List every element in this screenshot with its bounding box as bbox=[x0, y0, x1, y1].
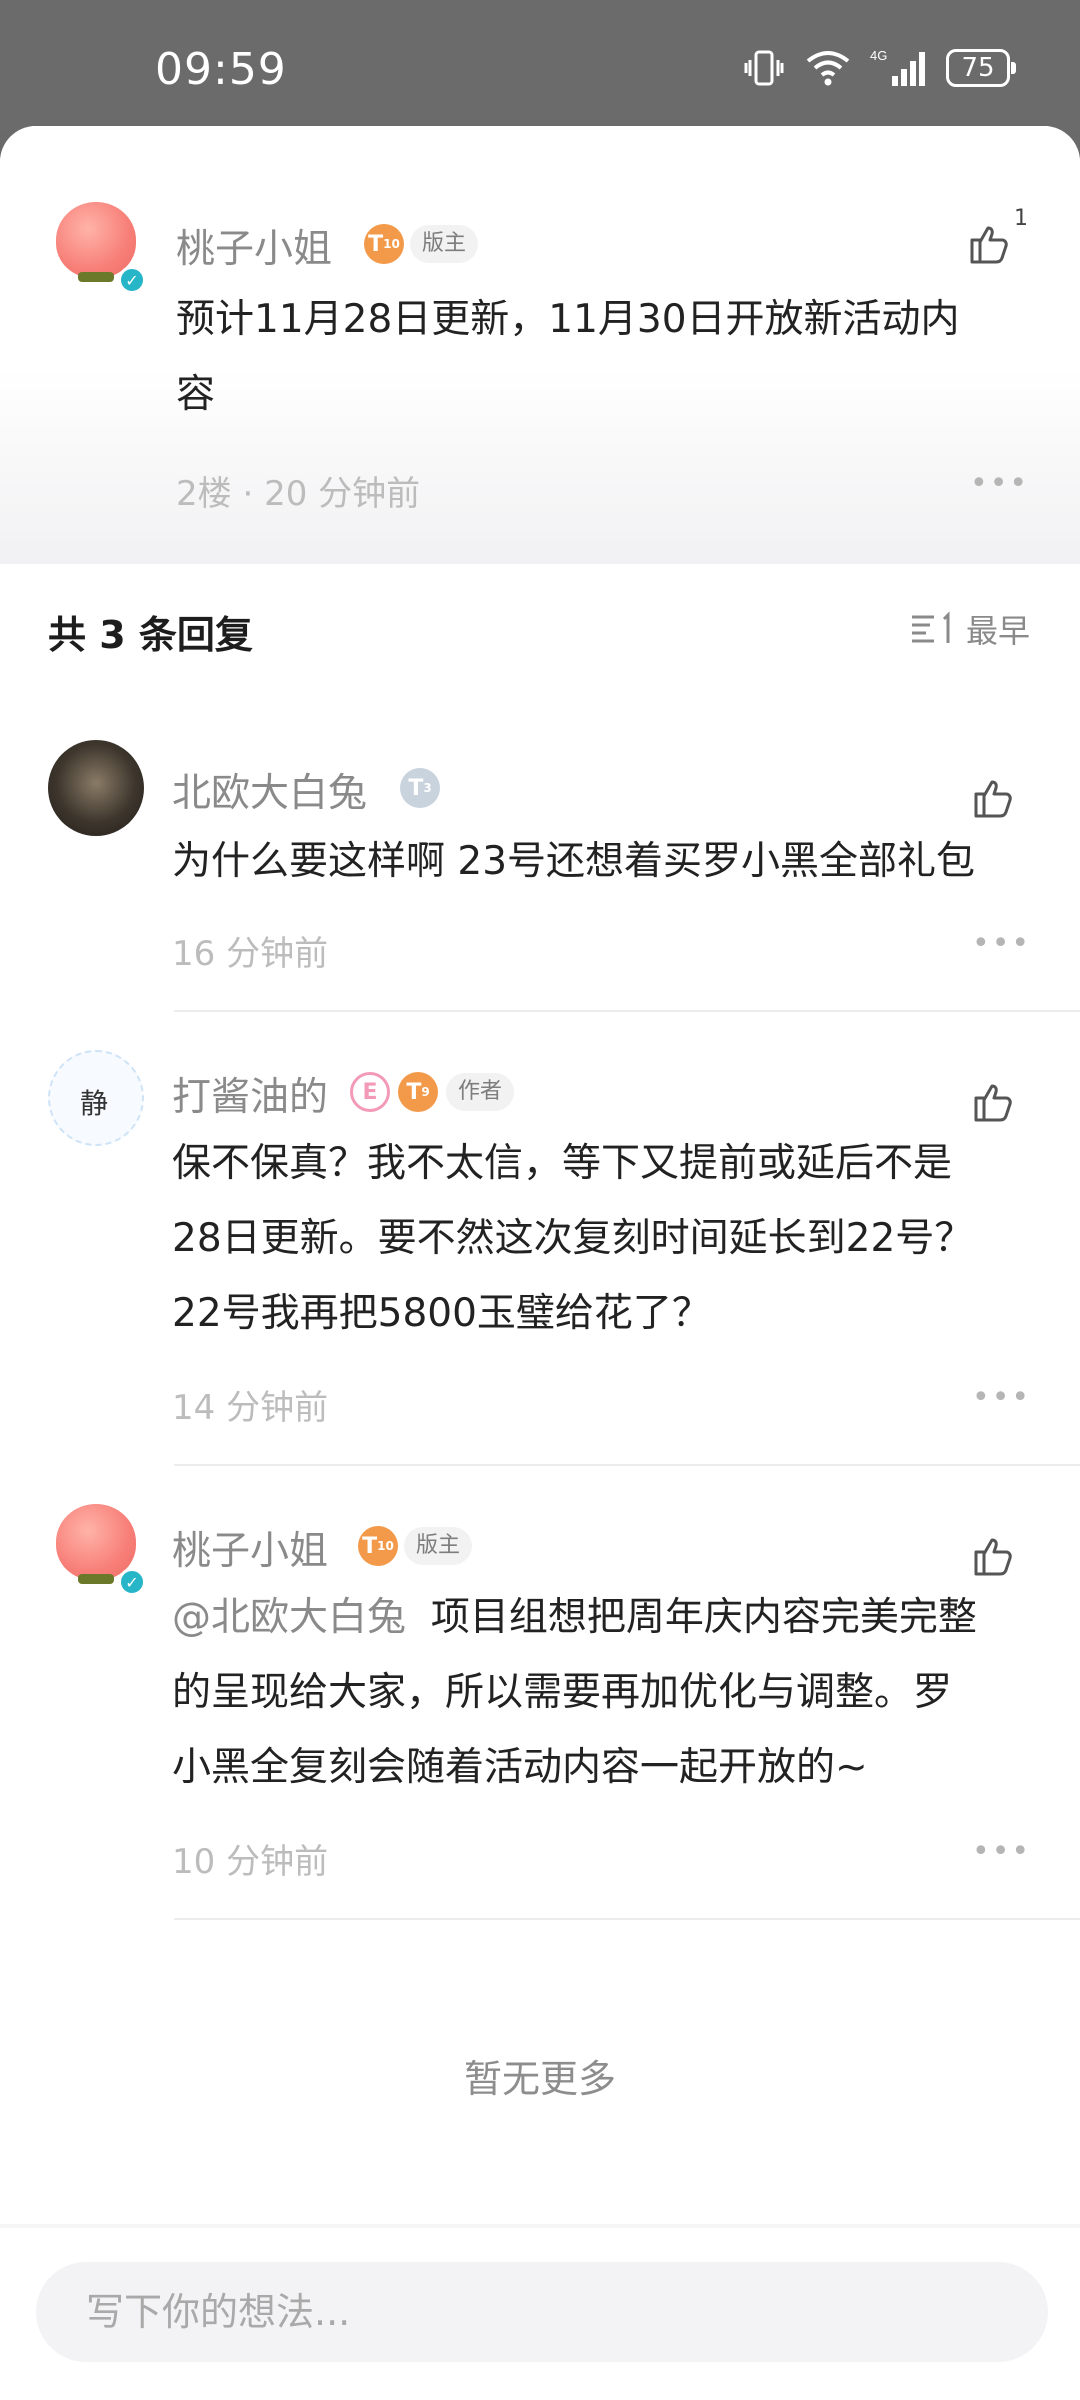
level-badge-icon: T9 bbox=[398, 1072, 438, 1112]
timestamp: 20 分钟前 bbox=[264, 474, 421, 514]
comment-input-bar bbox=[0, 2228, 1080, 2398]
like-icon[interactable] bbox=[970, 1078, 1018, 1126]
author-name[interactable]: 打酱油的 bbox=[172, 1066, 328, 1122]
reply-content-line: 小黑全复刻会随着活动内容一起开放的~ bbox=[172, 1745, 868, 1790]
cellular-signal-icon: 4G bbox=[870, 48, 925, 86]
level-badge-icon: T 10 bbox=[358, 1526, 398, 1566]
post-content-line: 预计11月28日更新，11月30日开放新活动内 bbox=[176, 297, 960, 342]
wifi-icon bbox=[806, 51, 850, 86]
like-count: 1 bbox=[1014, 206, 1028, 231]
timestamp: 16 分钟前 bbox=[172, 934, 329, 974]
replies-count-title: 共 3 条回复 bbox=[48, 613, 253, 657]
more-options-icon[interactable]: ••• bbox=[970, 466, 1029, 501]
avatar[interactable]: 静 bbox=[48, 1050, 144, 1146]
more-options-icon[interactable]: ••• bbox=[972, 926, 1031, 961]
role-tag: 版主 bbox=[410, 225, 479, 263]
reply-content-line: 的呈现给大家，所以需要再加优化与调整。罗 bbox=[172, 1670, 953, 1715]
avatar[interactable] bbox=[48, 740, 144, 836]
reply-content-line: 保不保真？我不太信，等下又提前或延后不是 bbox=[172, 1141, 953, 1186]
mention-link[interactable]: @北欧大白兔 bbox=[172, 1595, 406, 1640]
no-more-text: 暂无更多 bbox=[463, 2057, 616, 2101]
sort-toggle[interactable]: 最早 bbox=[910, 606, 1030, 652]
timestamp: 10 分钟前 bbox=[172, 1842, 329, 1882]
sort-icon bbox=[911, 611, 950, 643]
reply-content-line: 28日更新。要不然这次复刻时间延长到22号？ bbox=[172, 1216, 974, 1261]
level-badge-icon: T3 bbox=[400, 768, 440, 808]
reply-content: @北欧大白兔 项目组想把周年庆内容完美完整 的呈现给大家，所以需要再加优化与调整… bbox=[172, 1580, 1052, 1805]
more-options-icon[interactable]: ••• bbox=[972, 1834, 1031, 1869]
author-name[interactable]: 桃子小姐 bbox=[176, 218, 332, 274]
peach-avatar-image bbox=[56, 202, 136, 278]
e-badge-icon: E bbox=[350, 1072, 390, 1112]
e-badge-text: E bbox=[362, 1079, 378, 1105]
vibrate-icon bbox=[744, 50, 784, 86]
level-number: 10 bbox=[377, 1539, 394, 1553]
comment-input[interactable] bbox=[36, 2262, 1048, 2362]
like-icon[interactable] bbox=[970, 1532, 1018, 1580]
network-type: 4G bbox=[870, 48, 887, 63]
post-meta: 2楼 · 20 分钟前 bbox=[176, 466, 420, 515]
author-name[interactable]: 桃子小姐 bbox=[172, 1520, 328, 1576]
reply-content: 为什么要这样啊 23号还想着买罗小黑全部礼包 bbox=[172, 839, 976, 884]
meta-separator: · bbox=[242, 474, 265, 514]
post-content-line: 容 bbox=[176, 372, 216, 417]
timestamp: 14 分钟前 bbox=[172, 1388, 329, 1428]
sort-label: 最早 bbox=[965, 612, 1030, 650]
peach-feet bbox=[78, 1574, 114, 1584]
peach-avatar-image bbox=[56, 1504, 136, 1580]
main-post: ✓ 桃子小姐 T 10 版主 1 预计11月28日更新，11月30日开放新活动内 … bbox=[0, 126, 1080, 564]
verified-icon: ✓ bbox=[118, 266, 146, 294]
like-icon[interactable] bbox=[966, 220, 1014, 268]
avatar-sticker-text: 静 bbox=[80, 1087, 109, 1120]
level-number: 10 bbox=[383, 237, 400, 251]
comment-sheet: ✓ 桃子小姐 T 10 版主 1 预计11月28日更新，11月30日开放新活动内 … bbox=[0, 126, 1080, 2400]
floor-number: 2楼 bbox=[176, 474, 232, 514]
role-tag: 版主 bbox=[404, 1527, 473, 1565]
divider bbox=[174, 1010, 1080, 1012]
like-icon[interactable] bbox=[970, 774, 1018, 822]
avatar[interactable]: ✓ bbox=[48, 1498, 146, 1596]
battery-level: 75 bbox=[961, 53, 995, 83]
author-name[interactable]: 北欧大白兔 bbox=[172, 762, 367, 818]
divider bbox=[174, 1918, 1080, 1920]
post-content: 预计11月28日更新，11月30日开放新活动内 容 bbox=[176, 282, 1036, 432]
battery-icon: 75 bbox=[946, 49, 1016, 87]
reply-content: 保不保真？我不太信，等下又提前或延后不是 28日更新。要不然这次复刻时间延长到2… bbox=[172, 1126, 1052, 1351]
clock: 09:59 bbox=[155, 44, 287, 95]
divider bbox=[174, 1464, 1080, 1466]
level-badge-icon: T 10 bbox=[364, 224, 404, 264]
level-number: 9 bbox=[421, 1085, 430, 1099]
more-options-icon[interactable]: ••• bbox=[972, 1380, 1031, 1415]
role-tag: 作者 bbox=[446, 1073, 515, 1111]
peach-feet bbox=[78, 272, 114, 282]
reply-content-line: 22号我再把5800玉璧给花了？ bbox=[172, 1291, 711, 1336]
reply-content-text: 项目组想把周年庆内容完美完整 bbox=[430, 1595, 977, 1640]
avatar[interactable]: ✓ bbox=[48, 196, 146, 294]
verified-icon: ✓ bbox=[118, 1568, 146, 1596]
reply-content-line: @北欧大白兔 项目组想把周年庆内容完美完整 bbox=[172, 1580, 1052, 1655]
status-bar: 09:59 4G 75 bbox=[0, 0, 1080, 130]
status-icons: 4G 75 bbox=[742, 48, 1016, 88]
level-number: 3 bbox=[423, 781, 432, 795]
